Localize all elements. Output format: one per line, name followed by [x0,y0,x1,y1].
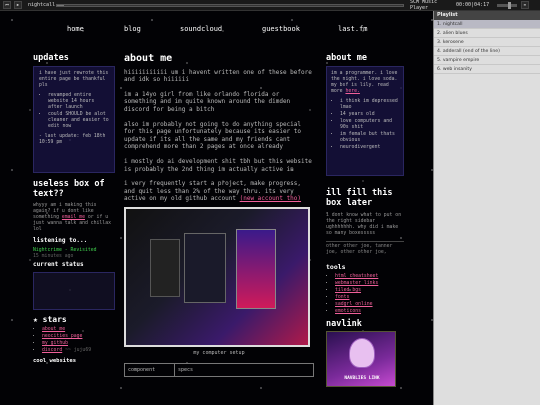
right-about-text: im a programmer. i love the night. i lov… [331,71,398,94]
stars-title: ★ stars [33,315,115,324]
volume-knob[interactable] [508,1,511,9]
about-me-link[interactable]: about me [42,327,65,332]
playlist-header: Playlist [434,11,540,20]
seek-bar[interactable] [56,3,404,7]
right-about-text-wrap: im a programmer. i love the night. i lov… [331,71,399,95]
fill-small-text: other other joe, tanner joe, other other… [326,241,404,256]
useless-title: useless box of text?? [33,179,105,199]
fact-item: i think im depressed lmao [340,99,399,111]
github-link[interactable]: my github [42,341,68,346]
table-header: component [125,363,175,376]
star-icon: ★ [33,315,43,324]
playlist-item[interactable]: 4. adderall (end of the line) [434,47,540,56]
tool-link[interactable]: tiled bgs [335,288,361,293]
window-shape [236,228,276,309]
about-paragraph: i very frequently start a project, make … [124,180,314,203]
image-caption: my computer setup [193,349,245,356]
updates-intro: i have just rewrote this entire page be … [39,71,109,88]
music-player-bar: ⏮ ▶ nightcall SCM Music Player 00:00|04:… [0,0,540,11]
playlist-item[interactable]: 2. alien blues [434,29,540,38]
computer-setup-image [124,206,310,347]
about-paragraph: also im probably not going to do anythin… [124,120,302,151]
navlink-caption: NAVBLIES LINK [344,376,380,381]
fact-item: neurodivergent [340,145,399,151]
navlink-banner[interactable]: NAVBLIES LINK [326,331,396,387]
play-button[interactable]: ▶ [14,1,22,9]
email-me-link[interactable]: email me [62,215,85,220]
nav-guestbook[interactable]: guestbook [262,25,300,33]
fill-title: ill fill this box later [326,188,393,208]
playlist-toggle-button[interactable]: ≡ [521,1,529,9]
navlink-character-shape [349,338,375,368]
specs-table: component specs [124,362,314,377]
status-title: current status [33,261,84,268]
useless-text: whyyy am i making this again? if u dont … [33,203,115,233]
navlink-title: navlink [326,319,362,329]
updates-title: updates [33,53,69,63]
right-about-title: about me [326,53,367,63]
tool-link[interactable]: html cheatsheet [335,274,378,279]
track-title: nightcall [28,2,56,8]
new-account-link[interactable]: (new account tho) [240,195,301,202]
player-app-name: SCM Music Player [410,0,438,11]
track-time: 00:00|04:17 [456,2,490,8]
stars-title-text: stars [42,315,67,324]
read-more-link[interactable]: here. [345,89,359,94]
main-content: about me hiiiiiiiiiii um i havent writte… [124,53,314,377]
fact-item: 14 years old [340,112,399,118]
nav-lastfm[interactable]: last.fm [338,25,368,33]
right-about-box: im a programmer. i love the night. i lov… [326,66,404,176]
prev-button[interactable]: ⏮ [3,1,11,9]
playlist-item[interactable]: 1. nightcall [434,20,540,29]
tool-link[interactable]: sadgrl online [335,302,373,307]
website: home blog soundcloud guestbook last.fm u… [0,11,433,405]
tool-link[interactable]: fonts [335,295,349,300]
fact-item: love computers and 90s shit [340,119,399,131]
tool-link[interactable]: emoticons [335,309,361,314]
nav-home[interactable]: home [67,25,84,33]
main-title: about me [124,53,173,64]
playlist-item[interactable]: 3. kerosene [434,38,540,47]
tool-link[interactable]: webmaster links [335,281,378,286]
volume-slider[interactable] [497,1,517,9]
update-item: revamped entire website 14 hours after l… [48,93,111,111]
fill-text: i dont know what to put on the right sid… [326,213,402,236]
status-box [33,272,115,310]
right-sidebar: about me im a programmer. i love the nig… [326,53,404,387]
playlist-item[interactable]: 5. vampire empire [434,56,540,65]
about-paragraph: i mostly do ai development shit tbh but … [124,157,312,173]
nav-blog[interactable]: blog [124,25,141,33]
cool-websites-title: cool websites [33,358,77,364]
about-paragraph: im a 14yo girl from like orlando florida… [124,90,291,113]
seek-progress [57,4,64,6]
nav-soundcloud[interactable]: soundcloud [180,25,222,33]
table-header: specs [178,366,194,373]
playlist-item[interactable]: 6. web insanity [434,65,540,74]
listening-title: listening to... [33,237,88,244]
last-update: - last update: feb 18th 10:59 pm [39,134,106,145]
window-shape [150,238,180,297]
tools-title: tools [326,263,346,271]
window-shape [184,232,226,303]
updates-box: i have just rewrote this entire page be … [33,66,115,173]
left-sidebar: updates i have just rewrote this entire … [33,53,115,364]
about-paragraph: hiiiiiiiiiii um i havent written one of … [124,68,312,84]
discord-link[interactable]: discord [42,348,62,353]
discord-tag: ~~ juju69 [65,348,92,353]
neocities-link[interactable]: neocities page [42,334,82,339]
playlist-panel: Playlist 1. nightcall 2. alien blues 3. … [433,11,540,405]
fact-item: im female but thats obvious [340,132,399,144]
listening-time: 15 minutes ago [33,254,74,259]
update-item: could SHOULD be alot cleaner and easier … [48,112,111,130]
